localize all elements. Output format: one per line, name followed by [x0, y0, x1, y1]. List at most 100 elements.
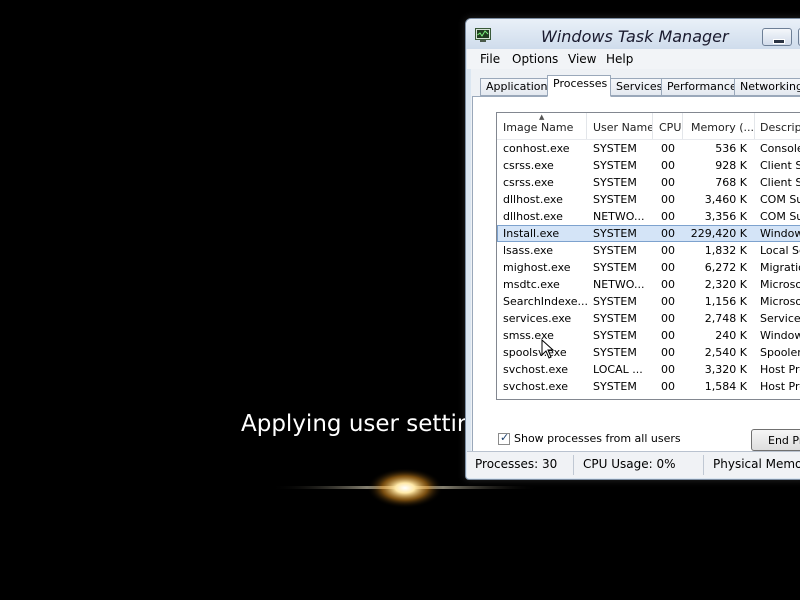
cell-cpu: 00: [661, 380, 675, 393]
cell-cpu: 00: [661, 261, 675, 274]
process-row[interactable]: lsass.exe SYSTEM 00 1,832 K Local Se: [497, 242, 800, 259]
process-row[interactable]: dllhost.exe SYSTEM 00 3,460 K COM Sur: [497, 191, 800, 208]
cell-memory: 768 K: [715, 176, 747, 189]
process-row[interactable]: svchost.exe LOCAL ... 00 3,320 K Host Pro: [497, 361, 800, 378]
title-bar[interactable]: Windows Task Manager: [466, 19, 800, 49]
tab-processes[interactable]: Processes: [547, 75, 611, 97]
cell-memory: 6,272 K: [704, 261, 747, 274]
cell-image-name: SearchIndexe...: [503, 295, 588, 308]
cell-memory: 240 K: [715, 329, 747, 342]
setup-status-text: Applying user setting: [241, 411, 487, 437]
menu-view[interactable]: View: [568, 52, 596, 66]
status-divider: [573, 455, 574, 475]
cell-description: COM Sur: [760, 210, 800, 223]
process-row[interactable]: svchost.exe SYSTEM 00 1,584 K Host Pro: [497, 378, 800, 395]
end-process-button[interactable]: End Pro: [751, 429, 800, 451]
cell-description: Client Se: [760, 159, 800, 172]
process-row[interactable]: dllhost.exe NETWO... 00 3,356 K COM Sur: [497, 208, 800, 225]
cell-cpu: 00: [661, 278, 675, 291]
cell-image-name: lsass.exe: [503, 244, 553, 257]
cell-memory: 1,584 K: [704, 380, 747, 393]
cell-description: COM Sur: [760, 193, 800, 206]
status-cpu-usage: CPU Usage: 0%: [583, 457, 676, 471]
cell-description: Migration: [760, 261, 800, 274]
cell-memory: 3,356 K: [704, 210, 747, 223]
cell-image-name: msdtc.exe: [503, 278, 560, 291]
cell-user-name: SYSTEM: [593, 312, 637, 325]
cell-user-name: NETWO...: [593, 278, 645, 291]
cell-description: Windows: [760, 227, 800, 240]
cell-description: Client Se: [760, 176, 800, 189]
process-row[interactable]: SearchIndexe... SYSTEM 00 1,156 K Microsof: [497, 293, 800, 310]
status-divider: [703, 455, 704, 475]
cell-cpu: 00: [661, 295, 675, 308]
column-description[interactable]: Descripti: [755, 113, 800, 139]
cell-memory: 2,748 K: [704, 312, 747, 325]
process-row[interactable]: Install.exe SYSTEM 00 229,420 K Windows: [497, 225, 800, 242]
tab-services[interactable]: Services: [610, 78, 662, 96]
column-image-name-label: Image Name: [503, 121, 574, 134]
task-manager-window[interactable]: Windows Task Manager File Options View H…: [465, 18, 800, 480]
cell-user-name: SYSTEM: [593, 295, 637, 308]
cell-image-name: services.exe: [503, 312, 572, 325]
cell-cpu: 00: [661, 159, 675, 172]
cell-cpu: 00: [661, 346, 675, 359]
cell-user-name: SYSTEM: [593, 176, 637, 189]
tab-networking[interactable]: Networking: [734, 78, 800, 96]
cell-memory: 229,420 K: [690, 227, 747, 240]
cell-description: Microsof: [760, 278, 800, 291]
cell-user-name: SYSTEM: [593, 244, 637, 257]
cell-cpu: 00: [661, 244, 675, 257]
menu-options[interactable]: Options: [512, 52, 558, 66]
cell-image-name: csrss.exe: [503, 176, 554, 189]
cell-description: Spooler S: [760, 346, 800, 359]
process-row[interactable]: conhost.exe SYSTEM 00 536 K Console: [497, 140, 800, 157]
cell-image-name: dllhost.exe: [503, 193, 563, 206]
window-title: Windows Task Manager: [541, 27, 729, 46]
task-manager-icon: [475, 28, 491, 42]
cell-user-name: SYSTEM: [593, 261, 637, 274]
cell-memory: 928 K: [715, 159, 747, 172]
menu-help[interactable]: Help: [606, 52, 633, 66]
cell-memory: 3,460 K: [704, 193, 747, 206]
cell-user-name: SYSTEM: [593, 380, 637, 393]
process-row[interactable]: services.exe SYSTEM 00 2,748 K Services: [497, 310, 800, 327]
process-row[interactable]: csrss.exe SYSTEM 00 928 K Client Se: [497, 157, 800, 174]
cell-image-name: svchost.exe: [503, 363, 569, 376]
cell-memory: 1,832 K: [704, 244, 747, 257]
column-user-name[interactable]: User Name: [587, 113, 653, 139]
cell-memory: 1,156 K: [704, 295, 747, 308]
cell-cpu: 00: [661, 329, 675, 342]
column-memory[interactable]: Memory (...: [683, 113, 755, 139]
cell-user-name: SYSTEM: [593, 329, 637, 342]
show-all-processes-checkbox[interactable]: [498, 431, 510, 445]
menu-bar: File Options View Help: [467, 49, 800, 69]
status-process-count: Processes: 30: [475, 457, 558, 471]
column-cpu[interactable]: CPU: [653, 113, 683, 139]
minimize-button[interactable]: [762, 28, 792, 46]
cell-memory: 2,540 K: [704, 346, 747, 359]
cell-description: Console: [760, 142, 800, 155]
cell-user-name: SYSTEM: [593, 346, 637, 359]
cell-image-name: dllhost.exe: [503, 210, 563, 223]
cell-description: Local Se: [760, 244, 800, 257]
cell-description: Windows: [760, 329, 800, 342]
process-row[interactable]: msdtc.exe NETWO... 00 2,320 K Microsof: [497, 276, 800, 293]
cell-image-name: csrss.exe: [503, 159, 554, 172]
show-all-processes-label[interactable]: Show processes from all users: [514, 432, 681, 445]
tab-performance[interactable]: Performance: [661, 78, 737, 96]
cell-cpu: 00: [661, 210, 675, 223]
cell-description: Services: [760, 312, 800, 325]
menu-file[interactable]: File: [480, 52, 500, 66]
process-row[interactable]: csrss.exe SYSTEM 00 768 K Client Se: [497, 174, 800, 191]
cell-cpu: 00: [661, 176, 675, 189]
cell-cpu: 00: [661, 312, 675, 325]
tab-applications[interactable]: Applications: [480, 78, 553, 96]
cell-user-name: SYSTEM: [593, 159, 637, 172]
cell-image-name: svchost.exe: [503, 380, 569, 393]
cell-description: Microsof: [760, 295, 800, 308]
column-image-name[interactable]: Image Name ▲: [497, 113, 587, 139]
process-row[interactable]: mighost.exe SYSTEM 00 6,272 K Migration: [497, 259, 800, 276]
cell-user-name: SYSTEM: [593, 193, 637, 206]
cell-user-name: SYSTEM: [593, 142, 637, 155]
